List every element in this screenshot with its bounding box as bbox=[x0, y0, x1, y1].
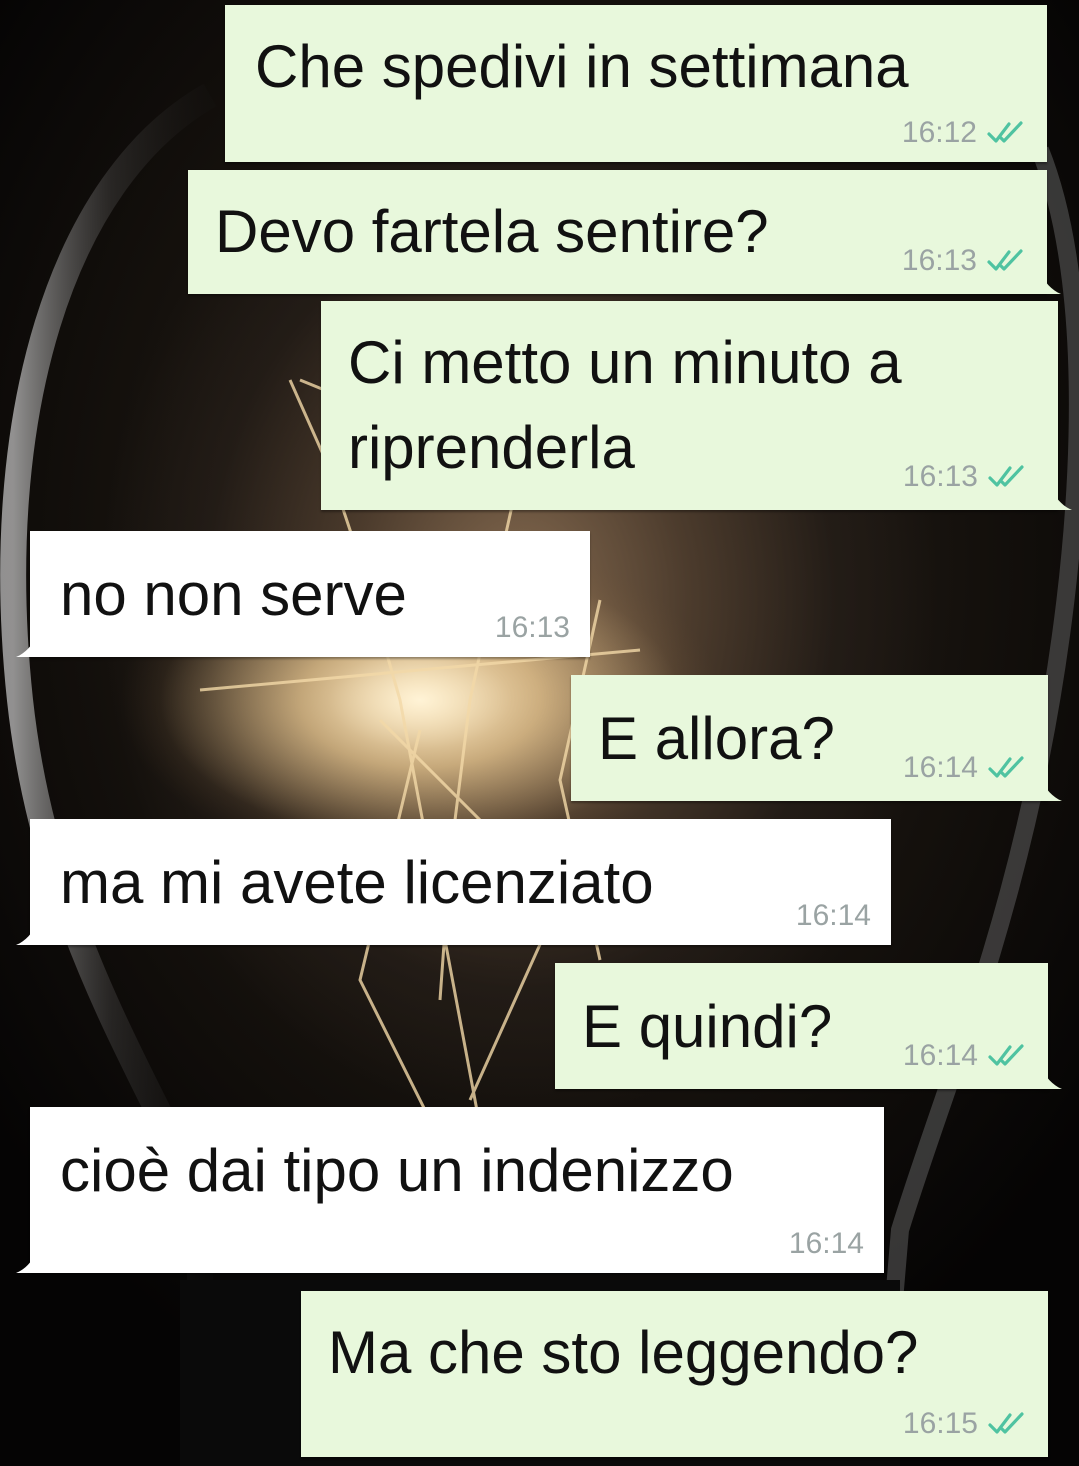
bubble-tail bbox=[16, 1251, 38, 1273]
message-text: E quindi? bbox=[582, 993, 833, 1060]
message-meta: 16:14 bbox=[789, 1227, 864, 1261]
outgoing-message-bubble[interactable]: Ma che sto leggendo? 16:15 bbox=[301, 1291, 1048, 1457]
incoming-message-bubble[interactable]: cioè dai tipo un indenizzo 16:14 bbox=[16, 1107, 884, 1273]
double-check-icon bbox=[987, 248, 1027, 274]
message-timestamp: 16:13 bbox=[901, 244, 977, 277]
message-meta: 16:15 bbox=[903, 1407, 1028, 1441]
message-timestamp: 16:12 bbox=[901, 116, 977, 149]
incoming-message-bubble[interactable]: ma mi avete licenziato 16:14 bbox=[16, 819, 891, 945]
outgoing-message-bubble[interactable]: Devo fartela sentire? 16:13 bbox=[188, 170, 1061, 294]
message-timestamp: 16:13 bbox=[902, 460, 978, 493]
message-timestamp: 16:15 bbox=[902, 1407, 978, 1440]
double-check-icon bbox=[987, 120, 1027, 146]
message-timestamp: 16:13 bbox=[494, 611, 570, 644]
message-timestamp: 16:14 bbox=[902, 751, 978, 784]
double-check-icon bbox=[988, 1411, 1028, 1437]
bubble-tail bbox=[1050, 488, 1072, 510]
double-check-icon bbox=[988, 755, 1028, 781]
message-meta: 16:14 bbox=[796, 899, 871, 933]
bubble-tail bbox=[1040, 1067, 1062, 1089]
message-meta: 16:13 bbox=[903, 460, 1028, 494]
message-meta: 16:13 bbox=[495, 611, 570, 645]
incoming-message-bubble[interactable]: no non serve 16:13 bbox=[16, 531, 590, 657]
message-timestamp: 16:14 bbox=[788, 1227, 864, 1260]
message-text: Ma che sto leggendo? bbox=[328, 1319, 919, 1386]
bubble-tail bbox=[1039, 272, 1061, 294]
message-text: cioè dai tipo un indenizzo bbox=[60, 1137, 734, 1204]
message-text: Devo fartela sentire? bbox=[215, 198, 769, 265]
outgoing-message-bubble[interactable]: E quindi? 16:14 bbox=[555, 963, 1062, 1089]
bubble-tail bbox=[16, 923, 38, 945]
message-text: ma mi avete licenziato bbox=[60, 849, 654, 916]
message-text: Ci metto un minuto a bbox=[348, 329, 902, 396]
outgoing-message-bubble[interactable]: E allora? 16:14 bbox=[571, 675, 1062, 801]
bubble-tail bbox=[1040, 779, 1062, 801]
message-text: riprenderla bbox=[348, 414, 635, 481]
message-meta: 16:14 bbox=[903, 751, 1028, 785]
bubble-tail bbox=[16, 635, 38, 657]
message-meta: 16:13 bbox=[902, 244, 1027, 278]
message-timestamp: 16:14 bbox=[902, 1039, 978, 1072]
message-meta: 16:14 bbox=[903, 1039, 1028, 1073]
outgoing-message-bubble[interactable]: Ci metto un minuto a riprenderla 16:13 bbox=[321, 301, 1072, 510]
message-text: E allora? bbox=[598, 705, 835, 772]
double-check-icon bbox=[988, 1043, 1028, 1069]
message-timestamp: 16:14 bbox=[795, 899, 871, 932]
double-check-icon bbox=[988, 464, 1028, 490]
message-text: Che spedivi in settimana bbox=[255, 33, 909, 100]
outgoing-message-bubble[interactable]: Che spedivi in settimana 16:12 bbox=[225, 5, 1047, 162]
message-text: no non serve bbox=[60, 561, 407, 628]
message-meta: 16:12 bbox=[902, 116, 1027, 150]
